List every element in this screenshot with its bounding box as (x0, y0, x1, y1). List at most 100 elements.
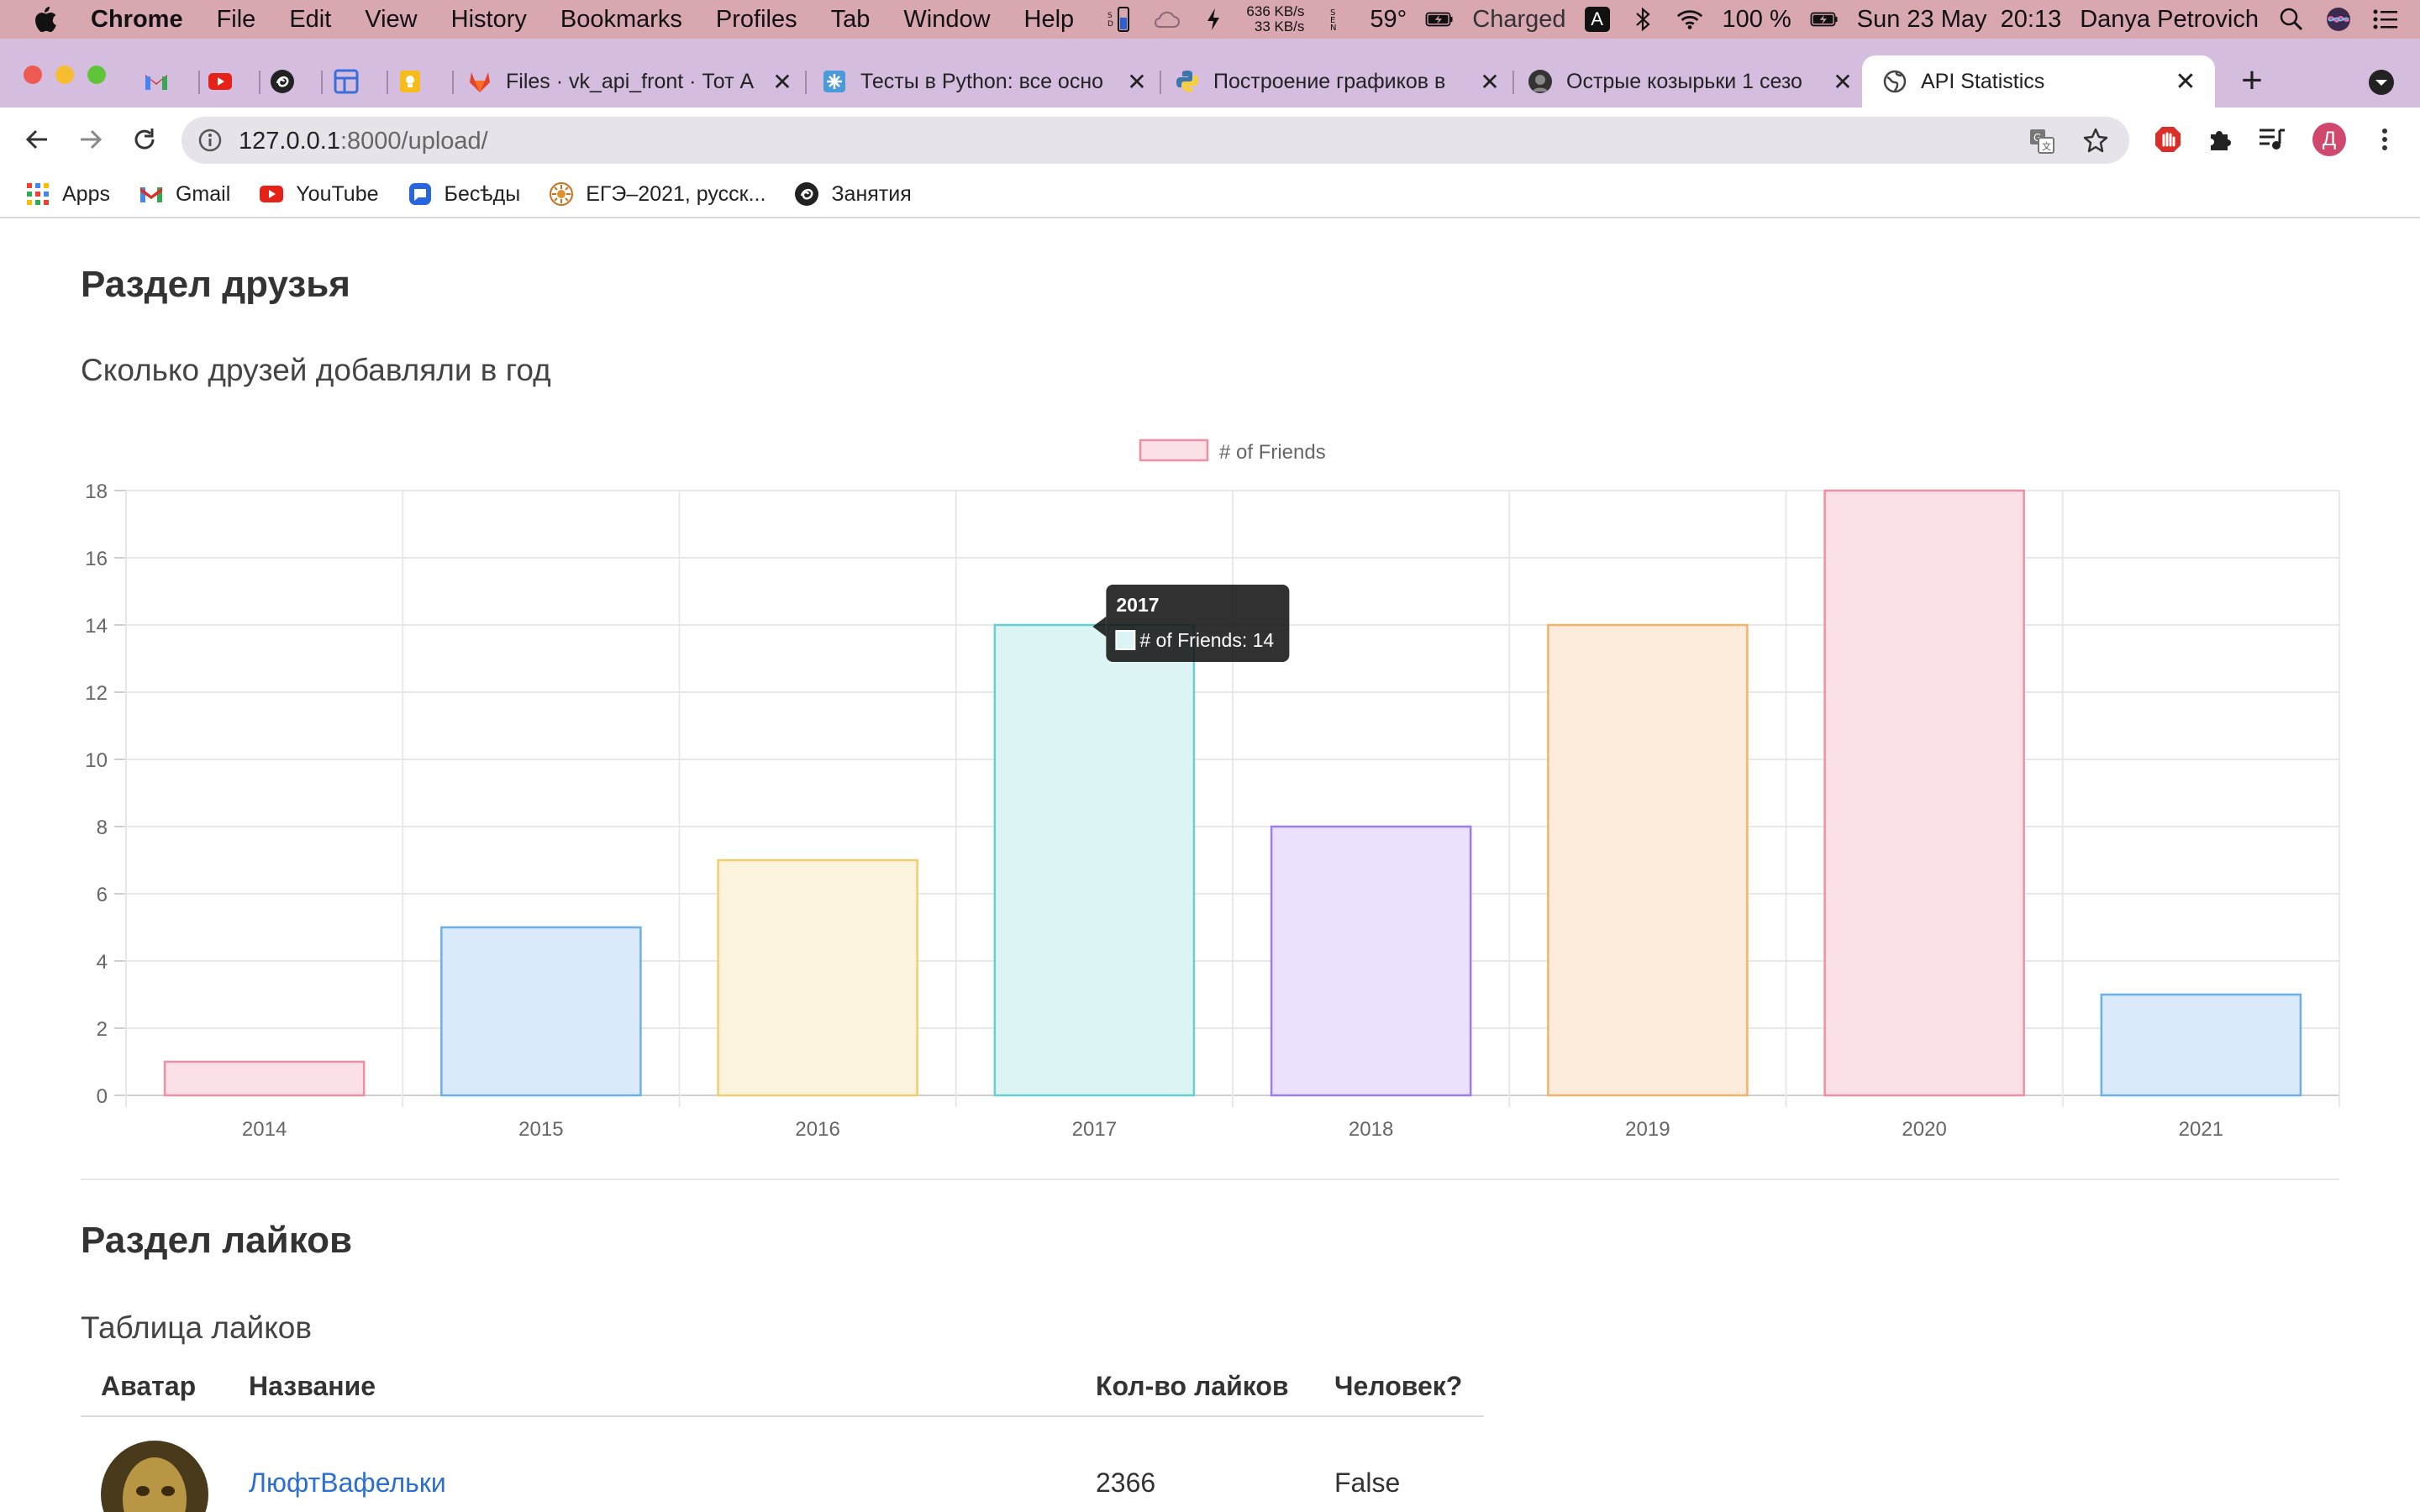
chrome-menu-button[interactable] (2368, 123, 2402, 156)
puzzle-icon (2211, 131, 2231, 150)
friends-bar-chart: 0 2 4 6 8 10 12 14 16 18 2014 2015 2016 2017 2018 2019 2… (85, 438, 2340, 1141)
reload-icon (134, 129, 155, 150)
y-tick-label: 10 (85, 749, 108, 772)
window-close-button[interactable] (24, 66, 42, 84)
close-tab-icon[interactable]: ✕ (2173, 68, 2198, 96)
sensor-icon[interactable]: SEN (1323, 7, 1351, 33)
tab-api-statistics[interactable]: API Statistics ✕ (1862, 55, 2215, 108)
profile-avatar[interactable]: Д (2312, 123, 2346, 156)
ssd-icon[interactable]: SD (1105, 7, 1134, 32)
translate-icon[interactable]: G文 (2028, 128, 2055, 155)
menu-file[interactable]: File (217, 6, 256, 34)
tab-separator (452, 71, 454, 94)
tab-python-charts[interactable]: Построение графиков в ✕ (1175, 55, 1502, 108)
y-tick-label: 4 (97, 951, 108, 974)
bookmark-youtube[interactable]: YouTube (259, 181, 379, 207)
bookmark-ege[interactable]: ЕГЭ–2021, русск... (549, 181, 765, 207)
bookmark-gmail[interactable]: Gmail (139, 181, 230, 207)
svg-text:N: N (1330, 24, 1336, 33)
bookmark-besedy[interactable]: Бесѣды (408, 181, 520, 207)
user-name[interactable]: Danya Petrovich (2080, 6, 2259, 34)
forward-button[interactable] (74, 123, 108, 156)
tab-python-tests[interactable]: Тесты в Python: все осно ✕ (822, 55, 1150, 108)
close-tab-icon[interactable]: ✕ (1477, 69, 1502, 95)
wifi-icon[interactable] (1676, 7, 1704, 32)
menu-profiles[interactable]: Profiles (716, 6, 797, 34)
legend-label: # of Friends (1219, 441, 1326, 464)
bar-2014 (163, 1060, 366, 1097)
address-bar[interactable]: 127.0.0.1:8000/upload/ G文 (182, 117, 2129, 164)
back-button[interactable] (20, 123, 54, 156)
new-tab-button[interactable]: + (2235, 62, 2269, 99)
bar-2018 (1270, 825, 1472, 1097)
menu-view[interactable]: View (365, 6, 417, 34)
close-tab-icon[interactable]: ✕ (1830, 69, 1855, 95)
battery-icon[interactable] (1810, 7, 1839, 32)
svg-text:D: D (1107, 20, 1113, 29)
url-text[interactable]: 127.0.0.1:8000/upload/ (239, 128, 488, 155)
control-center-icon[interactable] (2371, 7, 2400, 32)
menu-bar: Chrome File Edit View History Bookmarks … (0, 0, 2420, 39)
y-tick-label: 16 (85, 548, 108, 570)
tab-separator (198, 71, 200, 94)
pinned-tab-gmail[interactable] (138, 55, 188, 108)
bluetooth-icon[interactable] (1628, 7, 1657, 32)
menu-help[interactable]: Help (1024, 6, 1075, 34)
reload-button[interactable] (128, 123, 161, 156)
x-tick-label: 2018 (1349, 1118, 1393, 1141)
battery-percent[interactable]: 100 % (1723, 6, 1791, 34)
bookmark-star-icon[interactable] (2082, 127, 2109, 154)
close-tab-icon[interactable]: ✕ (1124, 69, 1150, 95)
globe-icon (1883, 70, 1907, 93)
window-zoom-button[interactable] (87, 66, 106, 84)
extensions-button[interactable] (2205, 124, 2235, 155)
menu-tab[interactable]: Tab (831, 6, 871, 34)
menu-bookmarks[interactable]: Bookmarks (560, 6, 682, 34)
network-speed[interactable]: 636 KB/s 33 KB/s (1246, 4, 1304, 34)
menu-window[interactable]: Window (903, 6, 990, 34)
bar-2016 (717, 858, 918, 1097)
menu-history[interactable]: History (451, 6, 527, 34)
bar-2020 (1823, 489, 2025, 1097)
bar-2021 (2100, 993, 2302, 1097)
youtube-icon (208, 73, 232, 90)
bookmark-zanyatiya[interactable]: Занятия (794, 181, 912, 207)
battery-status[interactable]: Charged (1472, 6, 1565, 34)
pinned-tab-lms[interactable] (264, 55, 314, 108)
bookmark-apps[interactable]: Apps (25, 181, 110, 207)
pinned-tab-youtube[interactable] (202, 55, 252, 108)
tab-gitlab-files[interactable]: Files · vk_api_front · Тот А ✕ (467, 55, 795, 108)
arrow-right-icon (81, 129, 103, 150)
window-minimize-button[interactable] (55, 66, 74, 84)
pinned-tab-keep[interactable] (392, 55, 442, 108)
keep-icon (400, 71, 420, 92)
x-tick-label: 2016 (795, 1118, 839, 1141)
menu-edit[interactable]: Edit (289, 6, 331, 34)
extension-adblock[interactable] (2153, 124, 2183, 155)
tab-separator (321, 71, 323, 94)
menu-chrome[interactable]: Chrome (91, 6, 183, 34)
pinned-tab-layout[interactable] (328, 55, 378, 108)
close-tab-icon[interactable]: ✕ (770, 69, 795, 95)
info-icon[interactable] (198, 129, 222, 152)
cloud-icon[interactable] (1152, 7, 1181, 32)
temperature[interactable]: 59° (1370, 6, 1407, 34)
apple-icon[interactable] (32, 5, 57, 34)
tab-peaky-blinders[interactable]: Острые козырьки 1 сезо ✕ (1528, 55, 1855, 108)
battery-charging-icon[interactable] (1425, 7, 1454, 32)
tooltip-title: 2017 (1116, 594, 1159, 616)
tab-search-icon[interactable] (2368, 69, 2395, 96)
spotlight-search-icon[interactable] (2277, 7, 2306, 32)
legend-swatch (1139, 438, 1209, 462)
media-control-button[interactable] (2257, 124, 2287, 155)
bolt-icon[interactable] (1199, 7, 1228, 32)
column-header-avatar: Аватар (81, 1357, 229, 1417)
y-tick-label: 0 (97, 1085, 108, 1108)
clock[interactable]: Sun 23 May 20:13 (1857, 6, 2061, 34)
siri-icon[interactable] (2324, 7, 2353, 32)
y-tick-label: 12 (85, 682, 108, 705)
input-source-icon[interactable]: A (1584, 7, 1610, 32)
tooltip-swatch (1115, 630, 1136, 650)
community-link[interactable]: ЛюфтВафельки (249, 1467, 446, 1498)
svg-text:文: 文 (2042, 140, 2051, 152)
